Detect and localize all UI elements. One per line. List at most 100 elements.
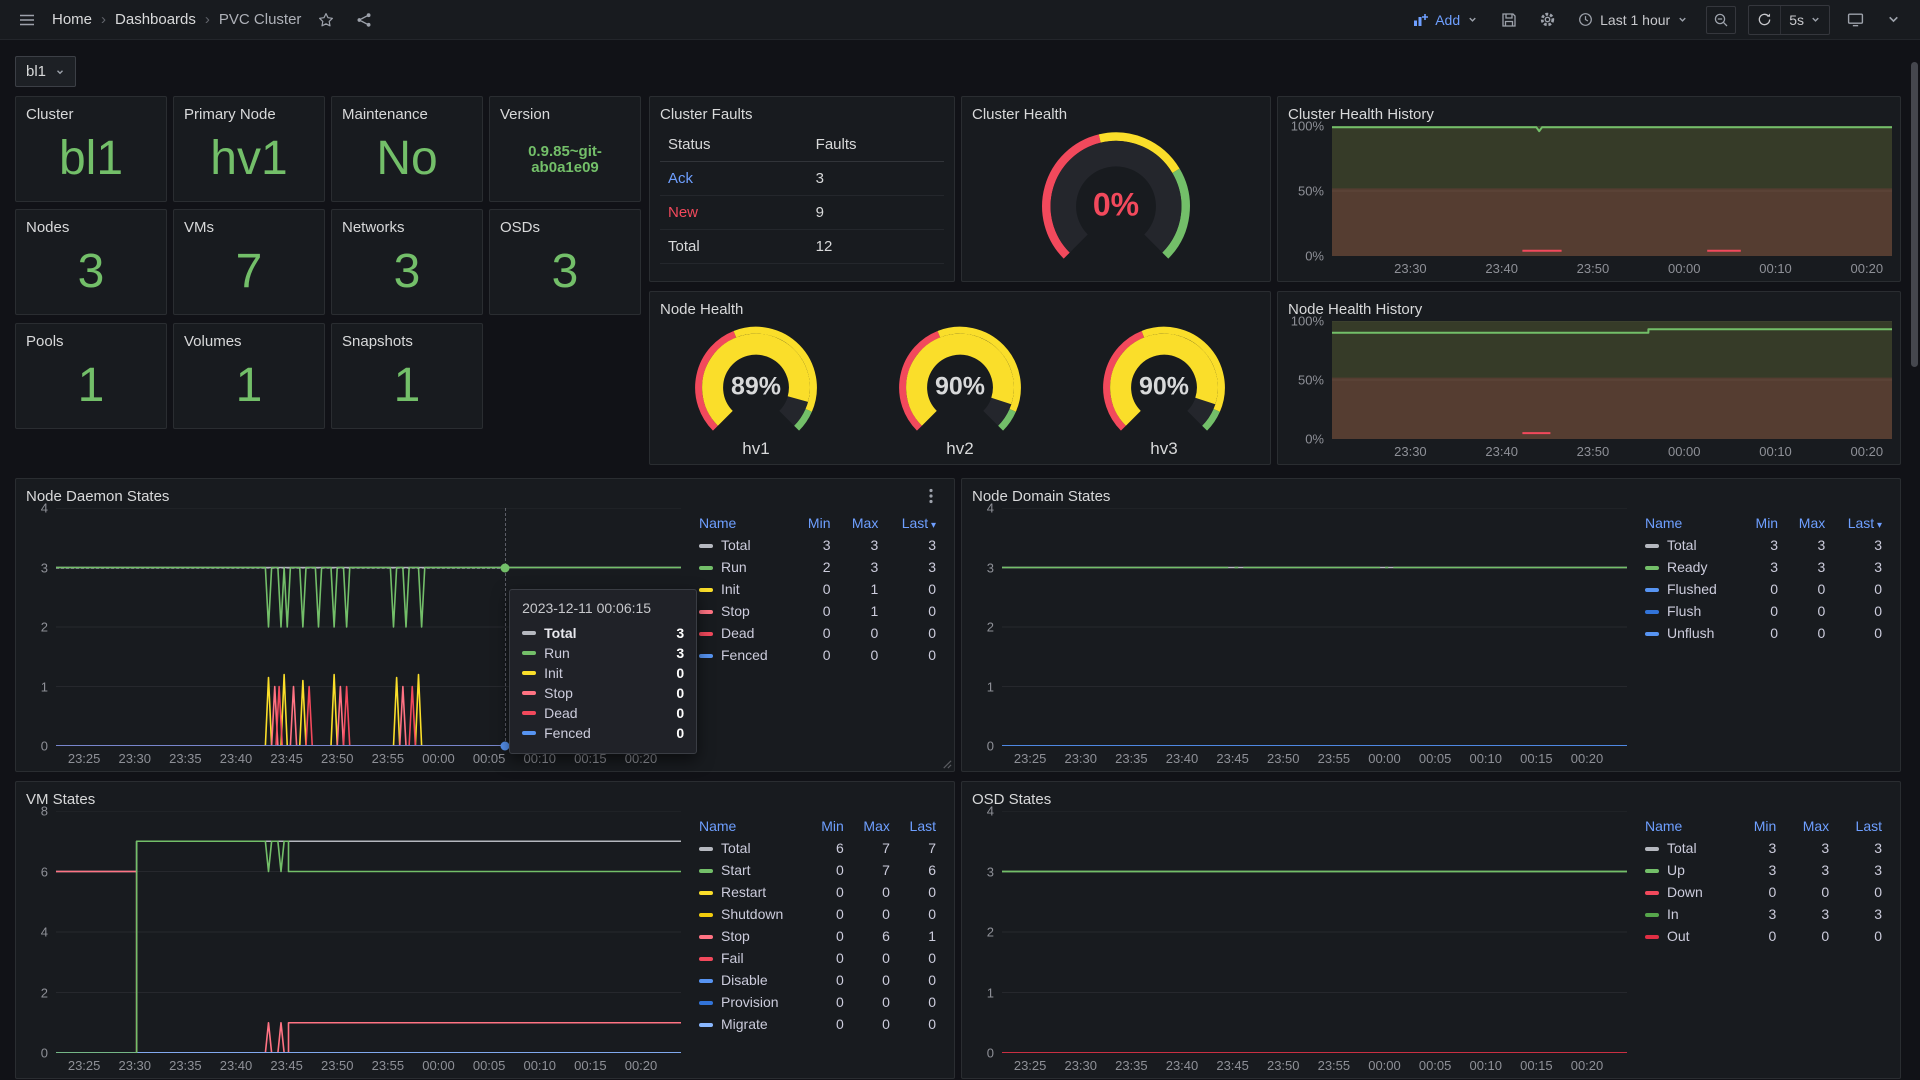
panel-title[interactable]: OSD States bbox=[972, 791, 1051, 808]
legend-series-dead[interactable]: Dead bbox=[693, 622, 793, 644]
panel-title[interactable]: Networks bbox=[342, 219, 405, 236]
menu-icon[interactable] bbox=[14, 6, 40, 34]
legend-series-restart[interactable]: Restart bbox=[693, 881, 808, 903]
legend-header-max[interactable]: Max bbox=[850, 815, 896, 837]
legend-header-min[interactable]: Min bbox=[793, 512, 836, 534]
legend-series-up[interactable]: Up bbox=[1639, 859, 1735, 881]
legend-header-last[interactable]: Last ▾ bbox=[884, 512, 942, 534]
time-range-picker[interactable]: Last 1 hour bbox=[1572, 5, 1694, 35]
legend-series-fenced[interactable]: Fenced bbox=[693, 644, 793, 666]
node-daemon-states-chart[interactable]: 2023-12-11 00:06:15 Total3Run3Init0Stop0… bbox=[56, 508, 681, 746]
legend-series-migrate[interactable]: Migrate bbox=[693, 1013, 808, 1035]
legend-series-total[interactable]: Total bbox=[693, 534, 793, 556]
x-tick-label: 00:00 bbox=[422, 751, 455, 766]
osd-states-chart[interactable] bbox=[1002, 811, 1627, 1053]
x-tick-label: 00:00 bbox=[1668, 444, 1701, 459]
fault-status-cell[interactable]: Total bbox=[660, 230, 808, 264]
breadcrumb-dashboards[interactable]: Dashboards bbox=[115, 11, 196, 28]
legend-row: Disable000 bbox=[693, 969, 942, 991]
legend-min-value: 3 bbox=[1735, 859, 1782, 881]
panel-title[interactable]: OSDs bbox=[500, 219, 540, 236]
legend-series-init[interactable]: Init bbox=[693, 578, 793, 600]
x-tick-label: 23:25 bbox=[68, 1058, 101, 1073]
panel-title[interactable]: Pools bbox=[26, 333, 64, 350]
legend-header-max[interactable]: Max bbox=[1782, 815, 1835, 837]
faults-header-faults[interactable]: Faults bbox=[808, 128, 944, 162]
legend-header-last[interactable]: Last ▾ bbox=[1831, 512, 1888, 534]
fault-status-cell[interactable]: New bbox=[660, 196, 808, 230]
legend-row: Migrate000 bbox=[693, 1013, 942, 1035]
refresh-icon[interactable] bbox=[1749, 6, 1780, 34]
legend-header-min[interactable]: Min bbox=[808, 815, 849, 837]
legend-series-total[interactable]: Total bbox=[693, 837, 808, 859]
panel-menu-kebab-icon[interactable] bbox=[918, 482, 944, 510]
legend-series-provision[interactable]: Provision bbox=[693, 991, 808, 1013]
legend-series-shutdown[interactable]: Shutdown bbox=[693, 903, 808, 925]
series-swatch-icon bbox=[522, 671, 536, 675]
panel-title[interactable]: Version bbox=[500, 106, 550, 123]
panel-resize-handle[interactable] bbox=[941, 758, 952, 769]
vm-states-chart[interactable] bbox=[56, 811, 681, 1053]
panel-title[interactable]: Cluster Faults bbox=[660, 106, 753, 123]
collapse-caret-icon[interactable] bbox=[1880, 6, 1906, 34]
legend-series-total[interactable]: Total bbox=[1639, 837, 1735, 859]
legend-min-value: 0 bbox=[793, 622, 836, 644]
faults-table-wrap: Status Faults Ack3New9Total12 bbox=[650, 126, 954, 264]
panel-title[interactable]: VM States bbox=[26, 791, 95, 808]
legend-series-unflush[interactable]: Unflush bbox=[1639, 622, 1742, 644]
legend-header-name[interactable]: Name bbox=[693, 512, 793, 534]
legend-series-flush[interactable]: Flush bbox=[1639, 600, 1742, 622]
legend-series-flushed[interactable]: Flushed bbox=[1639, 578, 1742, 600]
panel-title[interactable]: Primary Node bbox=[184, 106, 276, 123]
faults-header-status[interactable]: Status bbox=[660, 128, 808, 162]
legend-series-in[interactable]: In bbox=[1639, 903, 1735, 925]
save-dashboard-icon[interactable] bbox=[1496, 6, 1522, 34]
panel-title[interactable]: Node Health bbox=[660, 301, 743, 318]
legend-header-max[interactable]: Max bbox=[836, 512, 884, 534]
refresh-interval-dropdown[interactable]: 5s bbox=[1780, 6, 1829, 34]
legend-header-name[interactable]: Name bbox=[1639, 815, 1735, 837]
legend-header-name[interactable]: Name bbox=[693, 815, 808, 837]
legend-header-max[interactable]: Max bbox=[1784, 512, 1831, 534]
legend-series-disable[interactable]: Disable bbox=[693, 969, 808, 991]
legend-series-down[interactable]: Down bbox=[1639, 881, 1735, 903]
panel-title[interactable]: Volumes bbox=[184, 333, 242, 350]
zoom-out-icon[interactable] bbox=[1706, 6, 1736, 34]
node-health-history-chart[interactable] bbox=[1332, 321, 1892, 439]
panel-title[interactable]: Cluster bbox=[26, 106, 74, 123]
add-panel-button[interactable]: Add bbox=[1406, 5, 1484, 35]
panel-title[interactable]: Cluster Health bbox=[972, 106, 1067, 123]
panel-title[interactable]: Snapshots bbox=[342, 333, 413, 350]
legend-header-name[interactable]: Name bbox=[1639, 512, 1742, 534]
legend-series-start[interactable]: Start bbox=[693, 859, 808, 881]
x-tick-label: 23:45 bbox=[1216, 1058, 1249, 1073]
tv-kiosk-icon[interactable] bbox=[1842, 6, 1868, 34]
panel-title[interactable]: VMs bbox=[184, 219, 214, 236]
scrollbar-thumb[interactable] bbox=[1911, 62, 1918, 367]
cluster-health-history-chart[interactable] bbox=[1332, 126, 1892, 256]
legend-series-out[interactable]: Out bbox=[1639, 925, 1735, 947]
legend-series-total[interactable]: Total bbox=[1639, 534, 1742, 556]
sort-caret-icon: ▾ bbox=[928, 520, 936, 531]
legend-series-ready[interactable]: Ready bbox=[1639, 556, 1742, 578]
fault-status-cell[interactable]: Ack bbox=[660, 162, 808, 196]
legend-series-fail[interactable]: Fail bbox=[693, 947, 808, 969]
breadcrumb-home[interactable]: Home bbox=[52, 11, 92, 28]
legend-series-stop[interactable]: Stop bbox=[693, 600, 793, 622]
tooltip-series-value: 3 bbox=[676, 625, 684, 641]
legend-header-min[interactable]: Min bbox=[1735, 815, 1782, 837]
legend-series-run[interactable]: Run bbox=[693, 556, 793, 578]
tooltip-row: Total3 bbox=[522, 623, 684, 643]
legend-row: Fail000 bbox=[693, 947, 942, 969]
legend-header-last[interactable]: Last bbox=[1835, 815, 1888, 837]
panel-title[interactable]: Nodes bbox=[26, 219, 69, 236]
legend-header-min[interactable]: Min bbox=[1742, 512, 1784, 534]
panel-title[interactable]: Maintenance bbox=[342, 106, 428, 123]
star-icon[interactable] bbox=[313, 6, 339, 34]
variable-dropdown-cluster[interactable]: bl1 bbox=[15, 56, 76, 87]
node-domain-states-chart[interactable] bbox=[1002, 508, 1627, 746]
settings-gear-icon[interactable] bbox=[1534, 6, 1560, 34]
legend-header-last[interactable]: Last bbox=[896, 815, 942, 837]
share-icon[interactable] bbox=[351, 6, 377, 34]
legend-series-stop[interactable]: Stop bbox=[693, 925, 808, 947]
